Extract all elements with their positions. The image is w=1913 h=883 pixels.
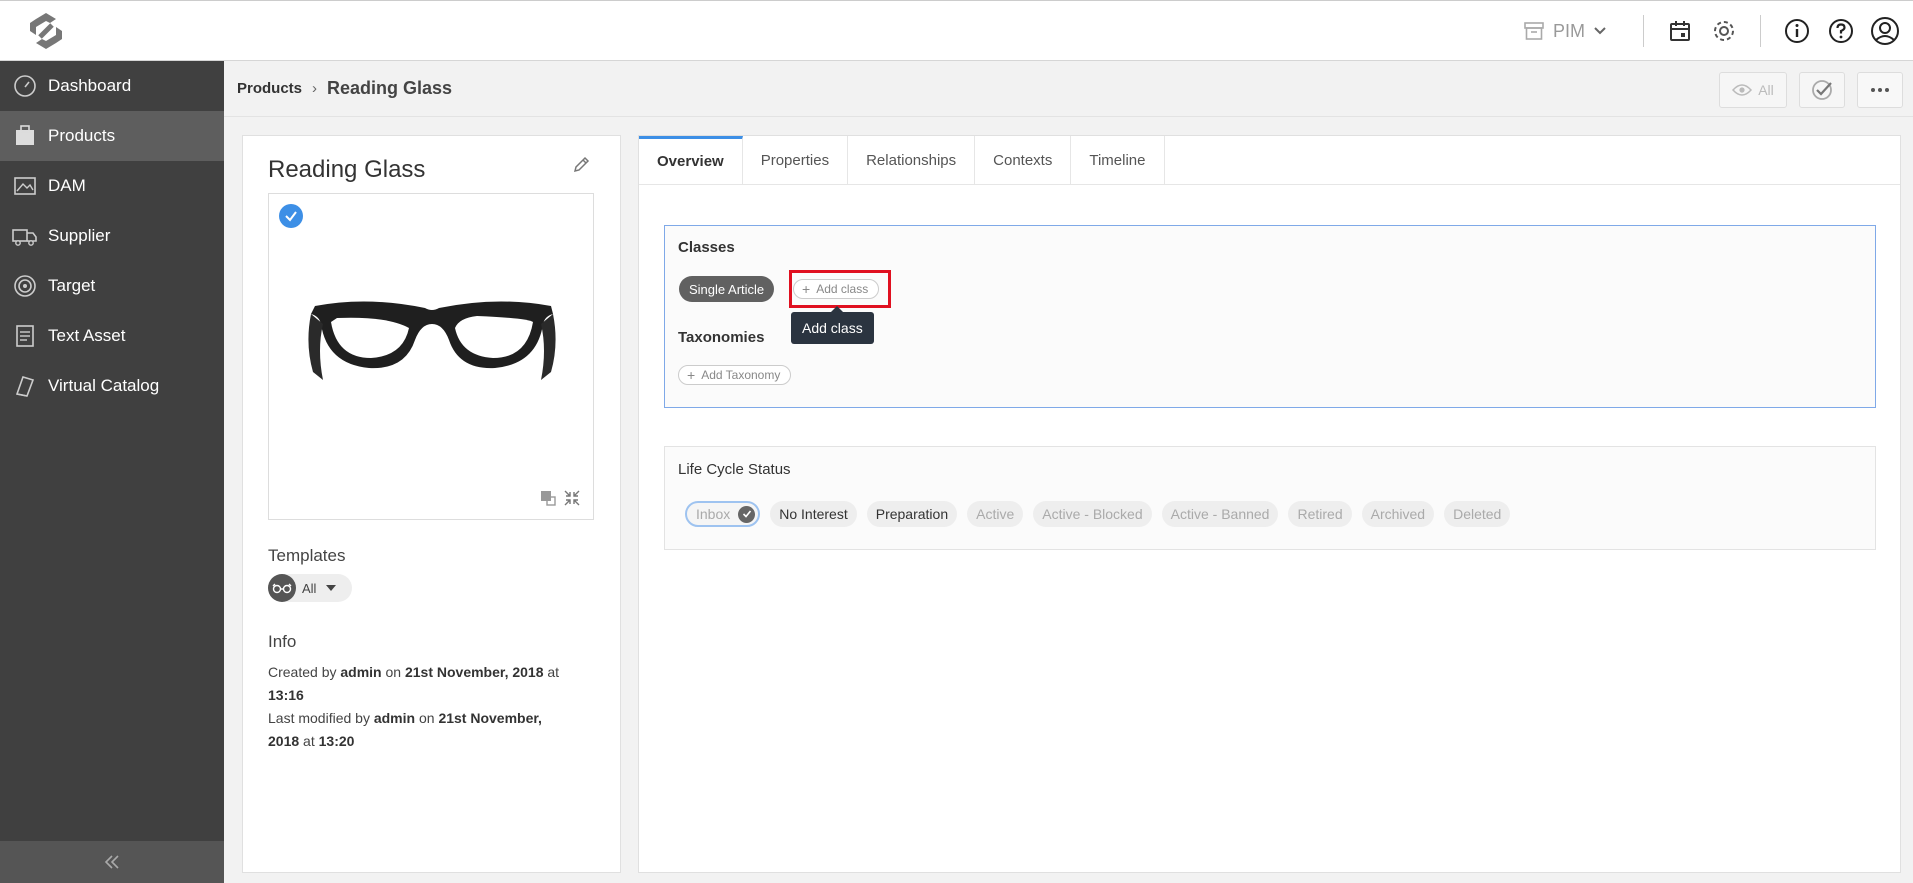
breadcrumb-products-link[interactable]: Products xyxy=(237,80,302,97)
more-options-button[interactable] xyxy=(1857,72,1903,108)
archive-icon xyxy=(1524,22,1544,40)
sidebar: Dashboard Products DAM Supplier Target T… xyxy=(0,61,224,883)
lifecycle-section: Life Cycle Status Inbox No Interest Prep… xyxy=(664,446,1876,550)
target-icon xyxy=(12,273,38,299)
image-icon xyxy=(12,173,38,199)
tab-relationships[interactable]: Relationships xyxy=(848,136,976,184)
divider xyxy=(1760,15,1761,47)
sidebar-item-label: Products xyxy=(48,126,116,145)
add-taxonomy-button[interactable]: + Add Taxonomy xyxy=(678,365,792,385)
tab-overview[interactable]: Overview xyxy=(639,136,743,184)
top-bar: PIM xyxy=(0,0,1913,61)
tab-bar: Overview Properties Relationships Contex… xyxy=(639,136,1900,185)
product-title: Reading Glass xyxy=(268,156,426,183)
app-logo-icon[interactable] xyxy=(22,13,70,49)
chevron-down-icon xyxy=(1594,27,1606,35)
class-chip[interactable]: Single Article xyxy=(679,276,775,302)
sidebar-item-dashboard[interactable]: Dashboard xyxy=(0,61,224,111)
gear-icon[interactable] xyxy=(1708,15,1740,47)
gauge-icon xyxy=(12,73,38,99)
status-retired[interactable]: Retired xyxy=(1288,501,1352,527)
tab-contexts[interactable]: Contexts xyxy=(975,136,1072,184)
lifecycle-status-list: Inbox No Interest Preparation Active Act… xyxy=(685,501,1511,527)
breadcrumb: Products › Reading Glass xyxy=(237,78,452,99)
info-icon[interactable] xyxy=(1781,15,1813,47)
classes-heading: Classes xyxy=(678,239,735,256)
info-text: Created by admin on 21st November, 2018 … xyxy=(268,664,560,749)
check-circle-icon xyxy=(738,505,756,523)
status-preparation[interactable]: Preparation xyxy=(866,501,958,527)
status-active[interactable]: Active xyxy=(967,501,1024,527)
lifecycle-heading: Life Cycle Status xyxy=(678,461,791,478)
tooltip: Add class xyxy=(791,306,874,344)
sidebar-item-label: Text Asset xyxy=(48,326,126,345)
check-circle-icon xyxy=(1812,80,1832,100)
view-all-button[interactable]: All xyxy=(1719,72,1787,108)
ellipsis-icon xyxy=(1871,88,1889,92)
caret-down-icon xyxy=(326,585,337,591)
sidebar-collapse-button[interactable] xyxy=(0,841,224,883)
view-all-label: All xyxy=(1758,82,1774,98)
eye-icon xyxy=(1732,84,1753,96)
sidebar-item-virtual-catalog[interactable]: Virtual Catalog xyxy=(0,361,224,411)
plus-icon: + xyxy=(687,367,696,383)
pencil-icon[interactable] xyxy=(572,156,590,179)
product-detail-panel: Overview Properties Relationships Contex… xyxy=(638,135,1901,873)
product-summary-card: Reading Glass Templates All Info Created… xyxy=(242,135,621,873)
truck-icon xyxy=(12,223,38,249)
breadcrumb-separator-icon: › xyxy=(312,80,318,97)
breadcrumb-current: Reading Glass xyxy=(327,78,453,98)
info-heading: Info xyxy=(268,632,297,651)
sidebar-item-label: Supplier xyxy=(48,226,111,245)
collapse-arrows-icon[interactable] xyxy=(563,489,581,507)
selected-check-icon[interactable] xyxy=(279,204,303,228)
product-glasses-image xyxy=(308,301,556,380)
glasses-template-icon xyxy=(268,574,296,602)
sidebar-item-label: Target xyxy=(48,276,96,295)
product-image-frame xyxy=(268,193,594,520)
sidebar-item-label: Dashboard xyxy=(48,76,132,95)
sidebar-item-supplier[interactable]: Supplier xyxy=(0,211,224,261)
status-archived[interactable]: Archived xyxy=(1361,501,1435,527)
module-select-label: PIM xyxy=(1552,20,1585,41)
sidebar-item-dam[interactable]: DAM xyxy=(0,161,224,211)
status-active-blocked[interactable]: Active - Blocked xyxy=(1033,501,1152,527)
status-no-interest[interactable]: No Interest xyxy=(770,501,857,527)
status-active-banned[interactable]: Active - Banned xyxy=(1161,501,1279,527)
approve-button[interactable] xyxy=(1799,72,1845,108)
taxonomies-heading: Taxonomies xyxy=(678,329,765,346)
template-value: All xyxy=(302,580,317,596)
add-taxonomy-label: Add Taxonomy xyxy=(701,368,781,382)
breadcrumb-bar: Products › Reading Glass All xyxy=(224,61,1913,117)
tab-timeline[interactable]: Timeline xyxy=(1071,136,1165,184)
sidebar-item-text-asset[interactable]: Text Asset xyxy=(0,311,224,361)
templates-heading: Templates xyxy=(268,546,346,565)
calendar-box-icon[interactable] xyxy=(1664,15,1696,47)
status-deleted[interactable]: Deleted xyxy=(1444,501,1511,527)
sidebar-item-label: DAM xyxy=(48,176,86,195)
status-inbox[interactable]: Inbox xyxy=(685,501,761,527)
divider xyxy=(1643,15,1644,47)
template-select[interactable]: All xyxy=(268,574,352,602)
user-avatar-icon[interactable] xyxy=(1869,15,1901,47)
sidebar-item-target[interactable]: Target xyxy=(0,261,224,311)
classes-section: Classes Single Article + Add class Add c… xyxy=(664,225,1876,408)
sidebar-item-label: Virtual Catalog xyxy=(48,376,160,395)
help-icon[interactable] xyxy=(1825,15,1857,47)
module-select[interactable]: PIM xyxy=(1523,20,1629,42)
double-chevron-left-icon xyxy=(104,855,119,869)
highlight-box xyxy=(789,270,891,308)
document-icon xyxy=(12,323,38,349)
box-icon xyxy=(12,123,38,149)
sidebar-item-products[interactable]: Products xyxy=(0,111,224,161)
book-icon xyxy=(12,373,38,399)
tab-properties[interactable]: Properties xyxy=(743,136,849,184)
thumbnail-icon[interactable] xyxy=(539,489,557,507)
